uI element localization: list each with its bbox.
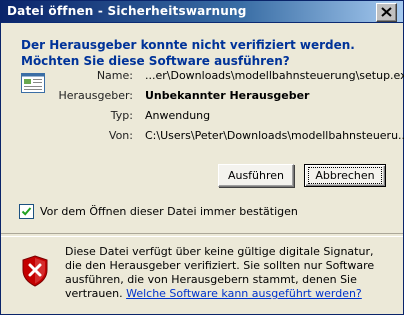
cancel-label: Abbrechen — [308, 167, 382, 184]
run-button-actual[interactable]: Ausführen — [218, 164, 294, 187]
detail-row-name: Name: ...er\Downloads\modellbahnsteuerun… — [1, 67, 404, 85]
publisher-label: Herausgeber: — [58, 89, 133, 102]
run-label: Ausführen — [227, 169, 285, 182]
security-warning-dialog: Datei öffnen - Sicherheitswarnung Der He… — [0, 0, 404, 315]
detail-row-type: Typ: Anwendung — [1, 107, 403, 125]
shield-x-icon — [21, 255, 49, 287]
window-title: Datei öffnen - Sicherheitswarnung — [7, 4, 247, 18]
always-ask-label: Vor dem Öffnen dieser Datei immer bestät… — [40, 204, 298, 218]
dialog-heading: Der Herausgeber konnte nicht verifiziert… — [21, 38, 355, 68]
close-button[interactable] — [376, 3, 397, 22]
publisher-value: Unbekannter Herausgeber — [145, 89, 310, 102]
from-value: C:\Users\Peter\Downloads\modellbahnsteue… — [145, 129, 404, 142]
from-label: Von: — [108, 129, 133, 142]
cancel-button[interactable]: Abbrechen — [304, 164, 386, 187]
warning-help-link[interactable]: Welche Software kann ausgeführt werden? — [126, 287, 362, 300]
always-ask-checkbox-row[interactable]: Vor dem Öffnen dieser Datei immer bestät… — [19, 203, 298, 219]
name-label: Name: — [96, 69, 133, 82]
close-icon — [381, 7, 392, 17]
check-icon — [21, 206, 32, 216]
separator — [1, 233, 403, 237]
type-label: Typ: — [110, 109, 133, 122]
title-bar[interactable]: Datei öffnen - Sicherheitswarnung — [1, 1, 403, 23]
warning-text: Diese Datei verfügt über keine gültige d… — [65, 245, 387, 301]
detail-row-from: Von: C:\Users\Peter\Downloads\modellbahn… — [1, 127, 404, 145]
name-value: ...er\Downloads\modellbahnsteuerung\setu… — [145, 69, 404, 82]
always-ask-checkbox[interactable] — [19, 203, 34, 219]
detail-row-publisher: Herausgeber: Unbekannter Herausgeber — [1, 87, 403, 105]
type-value: Anwendung — [145, 109, 211, 122]
